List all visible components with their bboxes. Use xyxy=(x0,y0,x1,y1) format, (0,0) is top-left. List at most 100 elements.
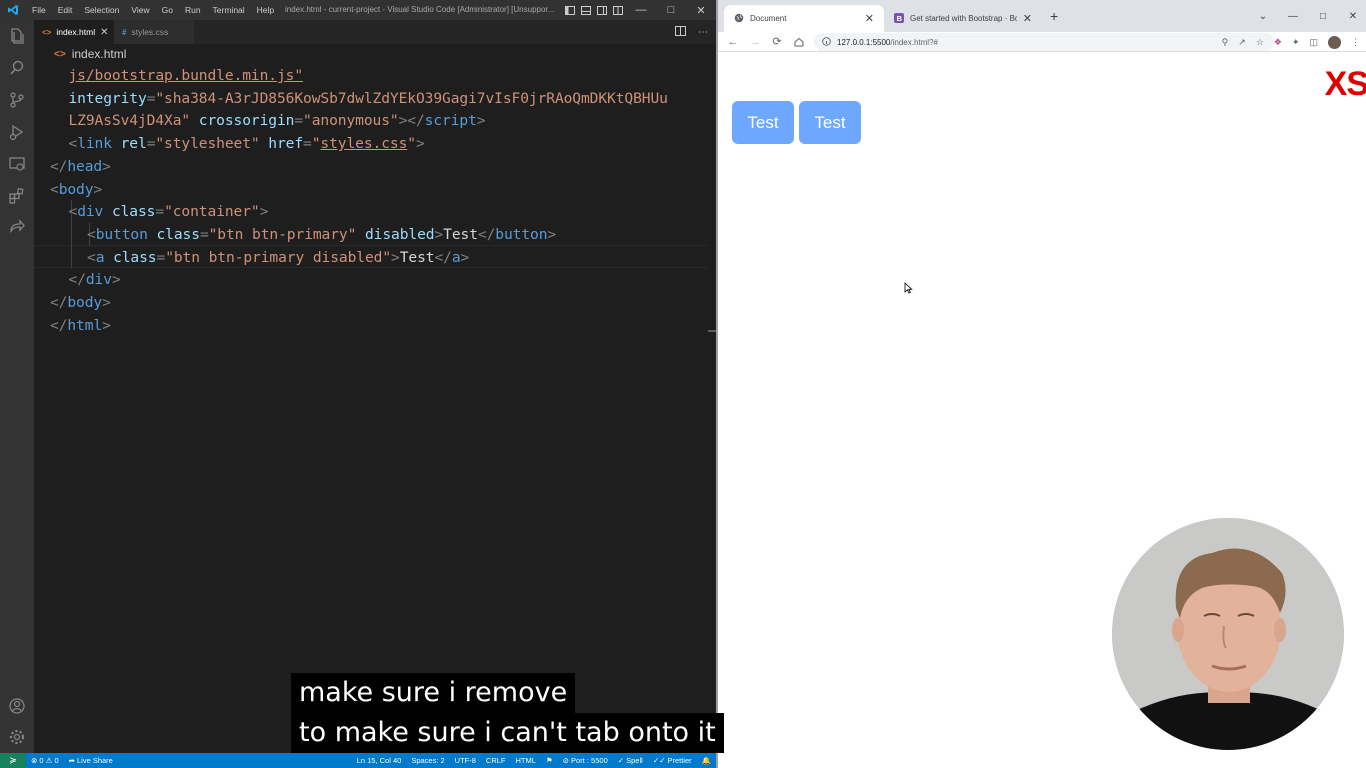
code-line: </body> xyxy=(50,291,111,314)
editor-scrollbar[interactable] xyxy=(708,64,716,753)
browser-tab-document[interactable]: Document ✕ xyxy=(724,5,884,32)
scrollbar-position-marker xyxy=(708,330,716,332)
code-token: rel xyxy=(120,135,147,153)
code-token: link xyxy=(77,135,112,153)
url-path: /index.html?# xyxy=(890,37,938,47)
home-icon[interactable] xyxy=(788,32,810,52)
browser-window-controls: ⌄ — □ ✕ xyxy=(1248,0,1366,32)
remote-indicator-icon[interactable]: ≽ xyxy=(0,753,26,768)
forward-arrow-icon[interactable]: → xyxy=(744,32,766,52)
code-token: > xyxy=(93,180,103,198)
prettier-status[interactable]: ✓✓ Prettier xyxy=(648,753,697,768)
profile-avatar[interactable] xyxy=(1328,35,1341,49)
code-token: a xyxy=(451,248,461,266)
back-arrow-icon[interactable]: ← xyxy=(722,32,744,52)
extension-icon[interactable]: ❖ xyxy=(1274,37,1282,48)
encoding[interactable]: UTF-8 xyxy=(450,753,481,768)
source-control-icon[interactable] xyxy=(0,84,34,116)
tab-search-chevron-down-icon[interactable]: ⌄ xyxy=(1248,11,1278,22)
breakpoint-indicator: XS xyxy=(1324,65,1366,103)
code-token: disabled xyxy=(364,225,435,243)
minimize-icon[interactable]: — xyxy=(626,0,656,20)
notifications-bell-icon[interactable]: 🔔 xyxy=(697,753,716,768)
address-bar[interactable]: 127.0.0.1:5500/index.html?# xyxy=(814,33,1274,51)
code-line: <button class="btn btn-primary" disabled… xyxy=(87,223,556,246)
menu-edit[interactable]: Edit xyxy=(52,0,79,20)
tab-label: index.html xyxy=(56,27,96,37)
maximize-icon[interactable]: □ xyxy=(656,0,686,20)
code-editor[interactable]: js/bootstrap.bundle.min.js" integrity="sh… xyxy=(34,64,716,753)
code-token: = xyxy=(156,248,166,266)
code-token: crossorigin xyxy=(198,112,295,130)
breadcrumb[interactable]: <> index.html xyxy=(34,44,716,64)
new-tab-button[interactable]: + xyxy=(1050,8,1058,24)
close-tab-icon[interactable]: ✕ xyxy=(865,12,874,25)
customize-layout-icon[interactable] xyxy=(610,0,626,20)
caption-line-2: to make sure i can't tab onto it xyxy=(291,713,724,753)
browser-toolbar-actions: ⚲ ↗ ☆ ❖ ✦ ◫ ⋮ xyxy=(1222,32,1360,52)
css-file-icon: # xyxy=(122,27,127,37)
toggle-sidebar-icon[interactable] xyxy=(562,0,578,20)
language-mode[interactable]: HTML xyxy=(511,753,541,768)
menu-view[interactable]: View xyxy=(125,0,155,20)
svg-text:B: B xyxy=(897,14,903,23)
search-icon[interactable] xyxy=(0,52,34,84)
code-token: body xyxy=(58,180,94,198)
browser-menu-icon[interactable]: ⋮ xyxy=(1351,37,1360,48)
extensions-puzzle-icon[interactable]: ✦ xyxy=(1292,37,1300,48)
minimize-icon[interactable]: — xyxy=(1278,11,1308,22)
split-editor-icon[interactable] xyxy=(675,25,686,39)
close-icon[interactable]: ✕ xyxy=(1338,11,1366,22)
code-token: > xyxy=(102,157,111,175)
run-debug-icon[interactable] xyxy=(0,116,34,148)
toggle-secondary-sidebar-icon[interactable] xyxy=(594,0,610,20)
live-share-status[interactable]: ➦ Live Share xyxy=(64,753,118,768)
formatter-icon[interactable]: ⚑ xyxy=(541,753,558,768)
manage-gear-icon[interactable] xyxy=(0,721,34,753)
bookmark-star-icon[interactable]: ☆ xyxy=(1256,37,1264,48)
browser-tab-bootstrap[interactable]: B Get started with Bootstrap · Boo ✕ xyxy=(884,5,1042,32)
toggle-panel-icon[interactable] xyxy=(578,0,594,20)
globe-icon xyxy=(734,13,744,25)
line-ending[interactable]: CRLF xyxy=(481,753,511,768)
tab-index-html[interactable]: <> index.html ✕ xyxy=(34,20,114,44)
code-token: Test xyxy=(399,248,435,266)
close-tab-icon[interactable]: ✕ xyxy=(100,27,108,38)
menu-help[interactable]: Help xyxy=(251,0,280,20)
reload-icon[interactable]: ⟳ xyxy=(766,32,788,52)
remote-explorer-icon[interactable] xyxy=(0,148,34,180)
cursor-position[interactable]: Ln 15, Col 40 xyxy=(352,753,407,768)
code-token: < xyxy=(87,248,96,266)
extensions-icon[interactable] xyxy=(0,180,34,212)
code-token: "btn btn-primary" xyxy=(208,225,357,243)
vscode-window: File Edit Selection View Go Run Terminal… xyxy=(0,0,716,768)
close-tab-icon[interactable]: ✕ xyxy=(1023,12,1032,25)
menu-run[interactable]: Run xyxy=(179,0,207,20)
zoom-icon[interactable]: ⚲ xyxy=(1222,37,1229,48)
problems-status[interactable]: ⊗ 0 ⚠ 0 xyxy=(26,753,64,768)
live-server-port[interactable]: ⊘ Port : 5500 xyxy=(558,753,613,768)
site-info-icon[interactable] xyxy=(822,36,831,48)
port-label: Port : 5500 xyxy=(571,756,608,765)
menu-terminal[interactable]: Terminal xyxy=(207,0,251,20)
html-file-icon: <> xyxy=(54,48,66,60)
more-actions-icon[interactable]: ⋯ xyxy=(698,27,708,38)
menu-go[interactable]: Go xyxy=(156,0,179,20)
maximize-icon[interactable]: □ xyxy=(1308,11,1338,22)
caption-line-1: make sure i remove xyxy=(291,673,576,713)
code-token: </ xyxy=(50,316,68,334)
side-panel-icon[interactable]: ◫ xyxy=(1309,37,1318,48)
menu-file[interactable]: File xyxy=(26,0,52,20)
spell-check[interactable]: ✓ Spell xyxy=(613,753,648,768)
close-icon[interactable]: ✕ xyxy=(686,0,716,20)
tab-styles-css[interactable]: # styles.css xyxy=(114,20,194,44)
explorer-icon[interactable] xyxy=(0,20,34,52)
share-icon[interactable]: ↗ xyxy=(1238,37,1246,48)
code-token: script xyxy=(424,112,477,130)
menu-selection[interactable]: Selection xyxy=(78,0,125,20)
accounts-icon[interactable] xyxy=(0,690,34,722)
code-token: > xyxy=(476,112,486,130)
live-share-icon[interactable] xyxy=(0,212,34,244)
indentation[interactable]: Spaces: 2 xyxy=(406,753,449,768)
